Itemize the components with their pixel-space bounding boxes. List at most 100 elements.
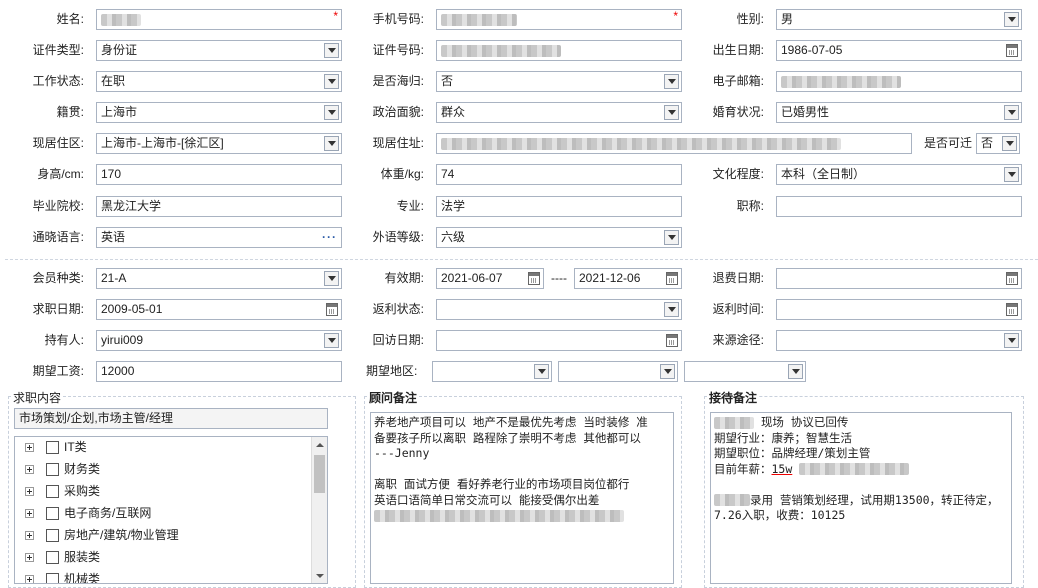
region-province-select[interactable] (432, 361, 552, 382)
expand-plus-icon[interactable] (25, 442, 34, 452)
expand-plus-icon[interactable] (25, 530, 34, 540)
chevron-down-icon[interactable] (1004, 12, 1019, 27)
holder-select[interactable]: yirui009 (96, 330, 342, 351)
work-status-select[interactable]: 在职 (96, 71, 342, 92)
native-place-select[interactable]: 上海市 (96, 102, 342, 123)
region-district-select[interactable] (684, 361, 806, 382)
source-select[interactable] (776, 330, 1022, 351)
valid-from-input[interactable]: 2021-06-07 (436, 268, 544, 289)
checkbox[interactable] (46, 484, 59, 498)
chevron-down-icon[interactable] (324, 43, 339, 58)
calendar-icon[interactable] (666, 272, 678, 285)
valid-to-input[interactable]: 2021-12-06 (574, 268, 682, 289)
calendar-icon[interactable] (1006, 272, 1018, 285)
major-input[interactable]: 法学 (436, 196, 682, 217)
relocate-label: 是否可迁 (923, 136, 972, 150)
chevron-down-icon[interactable] (324, 136, 339, 151)
expand-plus-icon[interactable] (25, 508, 34, 518)
tree-item-machinery[interactable]: 机械类 (25, 569, 100, 583)
id-type-select[interactable]: 身份证 (96, 40, 342, 61)
birth-date-input[interactable]: 1986-07-05 (776, 40, 1022, 61)
chevron-down-icon[interactable] (788, 364, 803, 379)
school-input[interactable]: 黑龙江大学 (96, 196, 342, 217)
tree-item-it[interactable]: IT类 (25, 437, 87, 457)
checkbox[interactable] (46, 440, 59, 454)
tree-item-realestate[interactable]: 房地产/建筑/物业管理 (25, 525, 179, 545)
chevron-down-icon[interactable] (664, 230, 679, 245)
checkbox[interactable] (46, 550, 59, 564)
residence-area-select[interactable]: 上海市-上海市-[徐汇区] (96, 133, 342, 154)
expand-plus-icon[interactable] (25, 464, 34, 474)
height-input[interactable]: 170 (96, 164, 342, 185)
calendar-icon[interactable] (1006, 303, 1018, 316)
chevron-down-icon[interactable] (664, 302, 679, 317)
region-label: 期望地区: (366, 364, 418, 378)
tree-item-ecommerce[interactable]: 电子商务/互联网 (25, 503, 151, 523)
tree-item-purchase[interactable]: 采购类 (25, 481, 100, 501)
overseas-select[interactable]: 否 (436, 71, 682, 92)
checkbox[interactable] (46, 572, 59, 583)
refund-date-input[interactable] (776, 268, 1022, 289)
job-category-tree[interactable]: IT类 财务类 采购类 电子商务/互联网 房地产/建筑/物业管理 服装类 机械类 (14, 436, 328, 584)
chevron-down-icon[interactable] (1004, 105, 1019, 120)
name-input[interactable]: * (96, 9, 342, 30)
expand-plus-icon[interactable] (25, 552, 34, 562)
scroll-down-arrow-icon[interactable] (312, 568, 327, 583)
chevron-down-icon[interactable] (324, 105, 339, 120)
consultant-notes-textarea[interactable]: 养老地产项目可以 地产不是最优先考虑 当时装修 准 备要孩子所以离职 路程除了崇… (370, 412, 674, 584)
calendar-icon[interactable] (326, 303, 338, 316)
email-input[interactable] (776, 71, 1022, 92)
salary-label: 期望工资: (32, 364, 84, 378)
tree-item-finance[interactable]: 财务类 (25, 459, 100, 479)
job-date-input[interactable]: 2009-05-01 (96, 299, 342, 320)
chevron-down-icon[interactable] (1004, 167, 1019, 182)
gender-select[interactable]: 男 (776, 9, 1022, 30)
masked-text (799, 463, 910, 475)
lang-level-select[interactable]: 六级 (436, 227, 682, 248)
native-place-value: 上海市 (101, 105, 138, 119)
tree-item-apparel[interactable]: 服装类 (25, 547, 100, 567)
weight-input[interactable]: 74 (436, 164, 682, 185)
chevron-down-icon[interactable] (324, 271, 339, 286)
tree-scrollbar[interactable] (311, 437, 327, 583)
education-select[interactable]: 本科（全日制） (776, 164, 1022, 185)
chevron-down-icon[interactable] (664, 74, 679, 89)
education-value: 本科（全日制） (781, 167, 866, 181)
checkbox[interactable] (46, 506, 59, 520)
chevron-down-icon[interactable] (534, 364, 549, 379)
residence-area-value: 上海市-上海市-[徐汇区] (101, 136, 224, 150)
selected-jobs-field[interactable]: 市场策划/企划,市场主管/经理 (14, 408, 328, 429)
title-input[interactable] (776, 196, 1022, 217)
scroll-thumb[interactable] (314, 455, 325, 493)
more-dots-icon[interactable]: ··· (322, 228, 337, 247)
salary-input[interactable]: 12000 (96, 361, 342, 382)
chevron-down-icon[interactable] (664, 105, 679, 120)
chevron-down-icon[interactable] (1004, 333, 1019, 348)
rebate-status-select[interactable] (436, 299, 682, 320)
reception-notes-textarea[interactable]: 现场 协议已回传 期望行业：康养；智慧生活 期望职位：品牌经理/策划主管 目前年… (710, 412, 1012, 584)
visit-date-input[interactable] (436, 330, 682, 351)
calendar-icon[interactable] (666, 334, 678, 347)
id-number-input[interactable] (436, 40, 682, 61)
checkbox[interactable] (46, 462, 59, 476)
chevron-down-icon[interactable] (660, 364, 675, 379)
scroll-up-arrow-icon[interactable] (312, 437, 327, 452)
phone-input[interactable]: * (436, 9, 682, 30)
rebate-time-input[interactable] (776, 299, 1022, 320)
checkbox[interactable] (46, 528, 59, 542)
calendar-icon[interactable] (528, 272, 540, 285)
job-content-title: 求职内容 (11, 389, 64, 406)
chevron-down-icon[interactable] (324, 74, 339, 89)
calendar-icon[interactable] (1006, 44, 1018, 57)
political-select[interactable]: 群众 (436, 102, 682, 123)
language-picker[interactable]: 英语 ··· (96, 227, 342, 248)
marital-select[interactable]: 已婚男性 (776, 102, 1022, 123)
expand-plus-icon[interactable] (25, 574, 34, 583)
expand-plus-icon[interactable] (25, 486, 34, 496)
chevron-down-icon[interactable] (1002, 136, 1017, 151)
residence-address-input[interactable] (436, 133, 912, 154)
region-city-select[interactable] (558, 361, 678, 382)
chevron-down-icon[interactable] (324, 333, 339, 348)
member-type-select[interactable]: 21-A (96, 268, 342, 289)
relocate-select[interactable]: 否 (976, 133, 1020, 154)
